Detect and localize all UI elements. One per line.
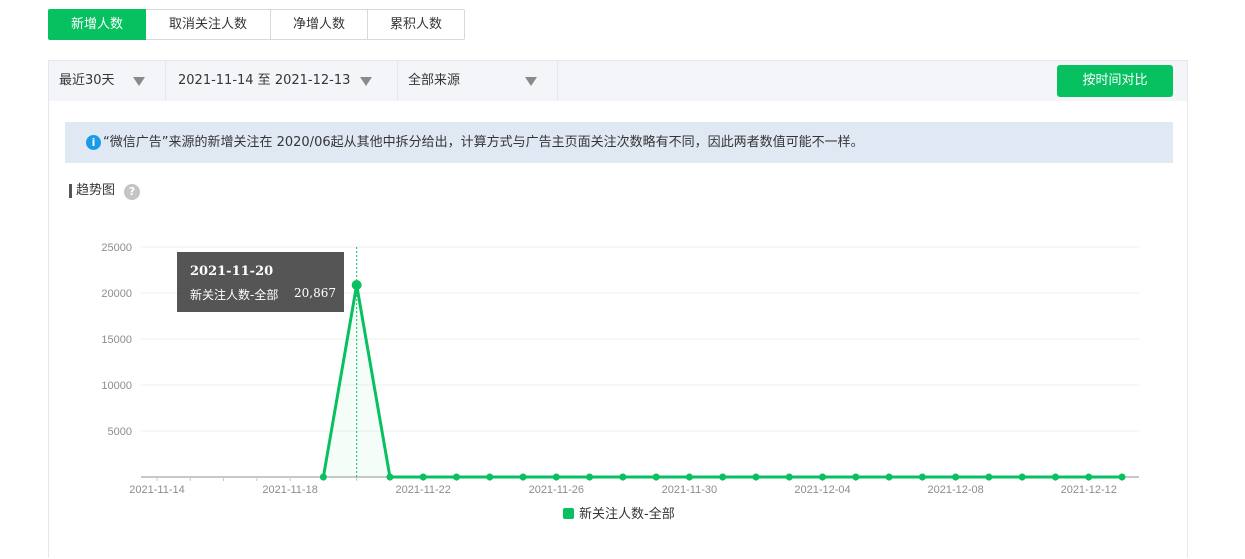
chart-tooltip: 2021-11-20 新关注人数-全部 20,867 <box>177 252 344 312</box>
data-point <box>985 473 993 481</box>
data-point <box>719 473 727 481</box>
x-tick-label: 2021-12-08 <box>927 484 983 496</box>
data-point <box>386 473 394 481</box>
y-tick-label: 10000 <box>101 380 132 392</box>
x-tick-label: 2021-11-26 <box>529 484 584 496</box>
data-point <box>586 473 594 481</box>
data-point <box>819 473 827 481</box>
data-point <box>685 473 693 481</box>
legend-swatch <box>563 508 574 519</box>
data-point <box>918 473 926 481</box>
data-point <box>952 473 960 481</box>
tab-new-followers[interactable]: 新增人数 <box>48 9 146 40</box>
x-tick-label: 2021-11-22 <box>395 484 450 496</box>
data-point <box>652 473 660 481</box>
data-point <box>885 473 893 481</box>
tooltip-row: 新关注人数-全部 20,867 <box>190 286 336 303</box>
data-point <box>1118 473 1126 481</box>
data-point <box>319 473 327 481</box>
x-tick-label: 2021-12-04 <box>794 484 850 496</box>
x-tick-label: 2021-11-14 <box>129 484 184 496</box>
x-tick-label: 2021-11-30 <box>662 484 717 496</box>
tab-net-growth[interactable]: 净增人数 <box>271 9 368 40</box>
data-point <box>852 473 860 481</box>
y-tick-label: 15000 <box>101 334 132 346</box>
trend-panel: 最近30天 2021-11-14 至 2021-12-13 全部来源 按时间对比… <box>48 60 1188 558</box>
data-point <box>785 473 793 481</box>
data-point <box>486 473 494 481</box>
data-point <box>351 280 362 291</box>
chart-legend[interactable]: 新关注人数-全部 <box>563 507 675 523</box>
data-point <box>452 473 460 481</box>
data-point <box>1085 473 1093 481</box>
y-tick-label: 20000 <box>101 288 132 300</box>
data-point <box>1051 473 1059 481</box>
data-point <box>752 473 760 481</box>
metric-tabs: 新增人数 取消关注人数 净增人数 累积人数 <box>48 9 465 40</box>
tab-cumulative[interactable]: 累积人数 <box>368 9 465 40</box>
tooltip-date: 2021-11-20 <box>190 264 274 279</box>
data-point <box>419 473 427 481</box>
data-point <box>552 473 560 481</box>
legend-label: 新关注人数-全部 <box>579 507 675 522</box>
x-tick-label: 2021-12-12 <box>1061 484 1117 496</box>
data-point <box>519 473 527 481</box>
y-tick-label: 5000 <box>108 426 132 438</box>
tab-unfollowers[interactable]: 取消关注人数 <box>146 9 271 40</box>
series-line <box>321 283 1122 479</box>
data-point <box>1018 473 1026 481</box>
series-area <box>323 285 1123 477</box>
x-tick-label: 2021-11-18 <box>262 484 317 496</box>
data-point <box>619 473 627 481</box>
tooltip-value: 20,867 <box>294 286 336 300</box>
y-tick-label: 25000 <box>101 242 132 254</box>
tooltip-series-label: 新关注人数-全部 <box>190 288 279 302</box>
